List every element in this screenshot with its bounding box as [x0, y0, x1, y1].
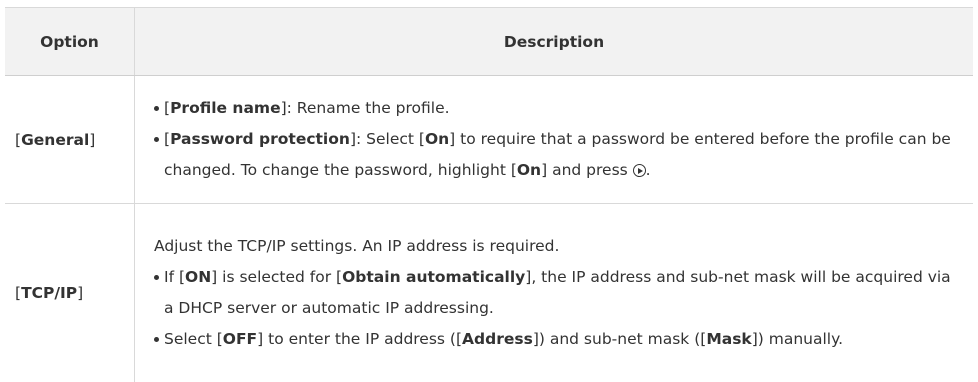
- bullet-text: ] and press: [541, 161, 628, 179]
- list-item: If [ON] is selected for [Obtain automati…: [154, 262, 963, 324]
- setting-name: Address: [462, 330, 533, 348]
- bullet-text: ] is selected for [: [211, 268, 342, 286]
- value-on: ON: [185, 268, 211, 286]
- column-header-description: Description: [135, 8, 974, 76]
- description-cell-tcpip: Adjust the TCP/IP settings. An IP addres…: [135, 204, 974, 382]
- bullet-text: ]) and sub-net mask ([: [533, 330, 706, 348]
- table-row-tcpip: [TCP/IP] Adjust the TCP/IP settings. An …: [5, 204, 973, 382]
- bullet-text: .: [646, 161, 651, 179]
- intro-text: Adjust the TCP/IP settings. An IP addres…: [154, 231, 963, 262]
- value-on: On: [425, 130, 449, 148]
- option-cell-tcpip: [TCP/IP]: [5, 204, 135, 382]
- bullet-text: : Select [: [356, 130, 425, 148]
- bullet-text: ] to enter the IP address ([: [257, 330, 462, 348]
- value-on: On: [517, 161, 541, 179]
- option-name: TCP/IP: [21, 284, 77, 302]
- bullet-text: : Rename the profile.: [287, 99, 450, 117]
- setting-name: Mask: [706, 330, 751, 348]
- value-off: OFF: [223, 330, 257, 348]
- option-name: General: [21, 131, 89, 149]
- description-cell-general: [Profile name]: Rename the profile. [Pas…: [135, 76, 974, 204]
- bullet-text: If [: [164, 268, 185, 286]
- setting-name: Obtain automatically: [342, 268, 525, 286]
- setting-name: Profile name: [170, 99, 281, 117]
- bullet-text: Select [: [164, 330, 223, 348]
- header-row: Option Description: [5, 8, 973, 76]
- list-item: Select [OFF] to enter the IP address ([A…: [154, 324, 963, 355]
- list-item: [Profile name]: Rename the profile.: [154, 93, 963, 124]
- bullet-text: ]) manually.: [752, 330, 843, 348]
- table-row-general: [General] [Profile name]: Rename the pro…: [5, 76, 973, 204]
- option-cell-general: [General]: [5, 76, 135, 204]
- setting-name: Password protection: [170, 130, 350, 148]
- column-header-option: Option: [5, 8, 135, 76]
- options-table: Option Description [General] [Profile na…: [5, 7, 973, 382]
- multi-selector-right-icon: [633, 164, 646, 177]
- list-item: [Password protection]: Select [On] to re…: [154, 124, 963, 186]
